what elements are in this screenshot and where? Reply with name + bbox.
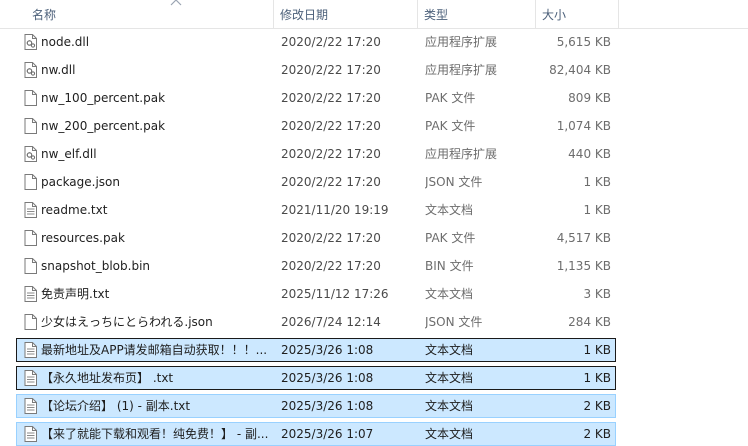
file-modified-date: 2020/2/22 17:20 bbox=[281, 147, 381, 161]
generic-file-icon bbox=[24, 118, 37, 134]
file-name: nw_elf.dll bbox=[41, 147, 97, 161]
file-name: node.dll bbox=[41, 35, 90, 49]
file-row[interactable]: nw_100_percent.pak 2020/2/22 17:20 PAK 文件 8… bbox=[16, 86, 616, 110]
file-size: 1,074 KB bbox=[556, 119, 611, 133]
file-size: 1 KB bbox=[583, 175, 611, 189]
file-name: package.json bbox=[41, 175, 121, 189]
file-name: resources.pak bbox=[41, 231, 125, 245]
file-modified-date: 2020/2/22 17:20 bbox=[281, 63, 381, 77]
file-modified-date: 2020/2/22 17:20 bbox=[281, 91, 381, 105]
file-type: BIN 文件 bbox=[425, 259, 474, 273]
file-name: readme.txt bbox=[41, 203, 108, 217]
text-file-icon bbox=[24, 370, 37, 386]
file-type: PAK 文件 bbox=[425, 91, 476, 105]
file-row[interactable]: 免责声明.txt 2025/11/12 17:26 文本文档 3 KB bbox=[16, 282, 616, 306]
file-type: 文本文档 bbox=[425, 371, 474, 385]
file-size: 2 KB bbox=[583, 427, 611, 441]
file-modified-date: 2026/7/24 12:14 bbox=[281, 315, 381, 329]
generic-file-icon bbox=[24, 90, 37, 106]
file-name: 少女はえっちにとらわれる.json bbox=[41, 315, 213, 329]
file-name: nw_100_percent.pak bbox=[41, 91, 166, 105]
file-modified-date: 2025/3/26 1:08 bbox=[281, 399, 374, 413]
column-header-date-label: 修改日期 bbox=[280, 8, 329, 22]
file-row[interactable]: snapshot_blob.bin 2020/2/22 17:20 BIN 文件 1,… bbox=[16, 254, 616, 278]
file-type: 文本文档 bbox=[425, 343, 474, 357]
file-row[interactable]: 【永久地址发布页】 .txt 2025/3/26 1:08 文本文档 1 KB bbox=[16, 366, 616, 390]
file-modified-date: 2020/2/22 17:20 bbox=[281, 119, 381, 133]
file-row[interactable]: nw_200_percent.pak 2020/2/22 17:20 PAK 文件 1… bbox=[16, 114, 616, 138]
column-header-date[interactable]: 修改日期 bbox=[274, 0, 418, 28]
text-file-icon bbox=[24, 202, 37, 218]
file-type: PAK 文件 bbox=[425, 231, 476, 245]
file-size: 4,517 KB bbox=[556, 231, 611, 245]
dll-file-icon bbox=[24, 146, 37, 162]
file-modified-date: 2020/2/22 17:20 bbox=[281, 35, 381, 49]
file-size: 809 KB bbox=[568, 91, 611, 105]
column-header-size-label: 大小 bbox=[542, 8, 567, 22]
file-row[interactable]: readme.txt 2021/11/20 19:19 文本文档 1 KB bbox=[16, 198, 616, 222]
file-name: 【来了就能下载和观看！纯免费！】 - 副... bbox=[41, 427, 269, 441]
file-name: 最新地址及APP请发邮箱自动获取！！！... bbox=[41, 343, 268, 357]
file-row[interactable]: 【论坛介绍】 (1) - 副本.txt 2025/3/26 1:08 文本文档 2 K… bbox=[16, 394, 616, 418]
text-file-icon bbox=[24, 398, 37, 414]
column-header-type[interactable]: 类型 bbox=[418, 0, 536, 28]
file-row[interactable]: 【来了就能下载和观看！纯免费！】 - 副... 2025/3/26 1:07 文本文… bbox=[16, 422, 616, 446]
column-header-size[interactable]: 大小 bbox=[536, 0, 619, 28]
file-modified-date: 2025/11/12 17:26 bbox=[281, 287, 389, 301]
file-modified-date: 2025/3/26 1:07 bbox=[281, 427, 374, 441]
column-header-bar: 名称 修改日期 类型 大小 bbox=[0, 0, 748, 29]
file-row[interactable]: 少女はえっちにとらわれる.json 2026/7/24 12:14 JSON 文件 2… bbox=[16, 310, 616, 334]
file-type: 文本文档 bbox=[425, 287, 474, 301]
file-name: nw.dll bbox=[41, 63, 76, 77]
file-modified-date: 2025/3/26 1:08 bbox=[281, 371, 374, 385]
generic-file-icon bbox=[24, 314, 37, 330]
file-name: nw_200_percent.pak bbox=[41, 119, 166, 133]
file-type: PAK 文件 bbox=[425, 119, 476, 133]
dll-file-icon bbox=[24, 62, 37, 78]
file-type: 应用程序扩展 bbox=[425, 35, 498, 49]
file-size: 1 KB bbox=[583, 371, 611, 385]
file-size: 440 KB bbox=[568, 147, 611, 161]
file-name: 【论坛介绍】 (1) - 副本.txt bbox=[41, 399, 191, 413]
file-size: 1,135 KB bbox=[556, 259, 611, 273]
file-name: snapshot_blob.bin bbox=[41, 259, 151, 273]
file-size: 1 KB bbox=[583, 203, 611, 217]
file-modified-date: 2021/11/20 19:19 bbox=[281, 203, 389, 217]
file-size: 5,615 KB bbox=[556, 35, 611, 49]
file-type: 文本文档 bbox=[425, 203, 474, 217]
file-name: 【永久地址发布页】 .txt bbox=[41, 371, 174, 385]
file-row[interactable]: nw.dll 2020/2/22 17:20 应用程序扩展 82,404 KB bbox=[16, 58, 616, 82]
file-row[interactable]: nw_elf.dll 2020/2/22 17:20 应用程序扩展 440 KB bbox=[16, 142, 616, 166]
text-file-icon bbox=[24, 286, 37, 302]
column-header-type-label: 类型 bbox=[424, 8, 449, 22]
file-size: 1 KB bbox=[583, 343, 611, 357]
generic-file-icon bbox=[24, 230, 37, 246]
file-row[interactable]: resources.pak 2020/2/22 17:20 PAK 文件 4,517 … bbox=[16, 226, 616, 250]
file-type: 应用程序扩展 bbox=[425, 147, 498, 161]
generic-file-icon bbox=[24, 258, 37, 274]
file-type: 文本文档 bbox=[425, 399, 474, 413]
sort-ascending-icon bbox=[170, 0, 182, 6]
column-header-name-label: 名称 bbox=[32, 8, 57, 22]
text-file-icon bbox=[24, 342, 37, 358]
file-type: 文本文档 bbox=[425, 427, 474, 441]
file-row[interactable]: node.dll 2020/2/22 17:20 应用程序扩展 5,615 KB bbox=[16, 30, 616, 54]
file-size: 82,404 KB bbox=[549, 63, 611, 77]
file-type: 应用程序扩展 bbox=[425, 63, 498, 77]
file-modified-date: 2025/3/26 1:08 bbox=[281, 343, 374, 357]
file-type: JSON 文件 bbox=[425, 175, 483, 189]
generic-file-icon bbox=[24, 174, 37, 190]
file-row[interactable]: package.json 2020/2/22 17:20 JSON 文件 1 KB bbox=[16, 170, 616, 194]
file-size: 284 KB bbox=[568, 315, 611, 329]
file-size: 2 KB bbox=[583, 399, 611, 413]
file-size: 3 KB bbox=[583, 287, 611, 301]
column-header-name[interactable]: 名称 bbox=[26, 0, 274, 28]
file-modified-date: 2020/2/22 17:20 bbox=[281, 231, 381, 245]
file-name: 免责声明.txt bbox=[41, 287, 110, 301]
file-modified-date: 2020/2/22 17:20 bbox=[281, 259, 381, 273]
file-row[interactable]: 最新地址及APP请发邮箱自动获取！！！... 2025/3/26 1:08 文本文档… bbox=[16, 338, 616, 362]
dll-file-icon bbox=[24, 34, 37, 50]
file-modified-date: 2020/2/22 17:20 bbox=[281, 175, 381, 189]
file-type: JSON 文件 bbox=[425, 315, 483, 329]
